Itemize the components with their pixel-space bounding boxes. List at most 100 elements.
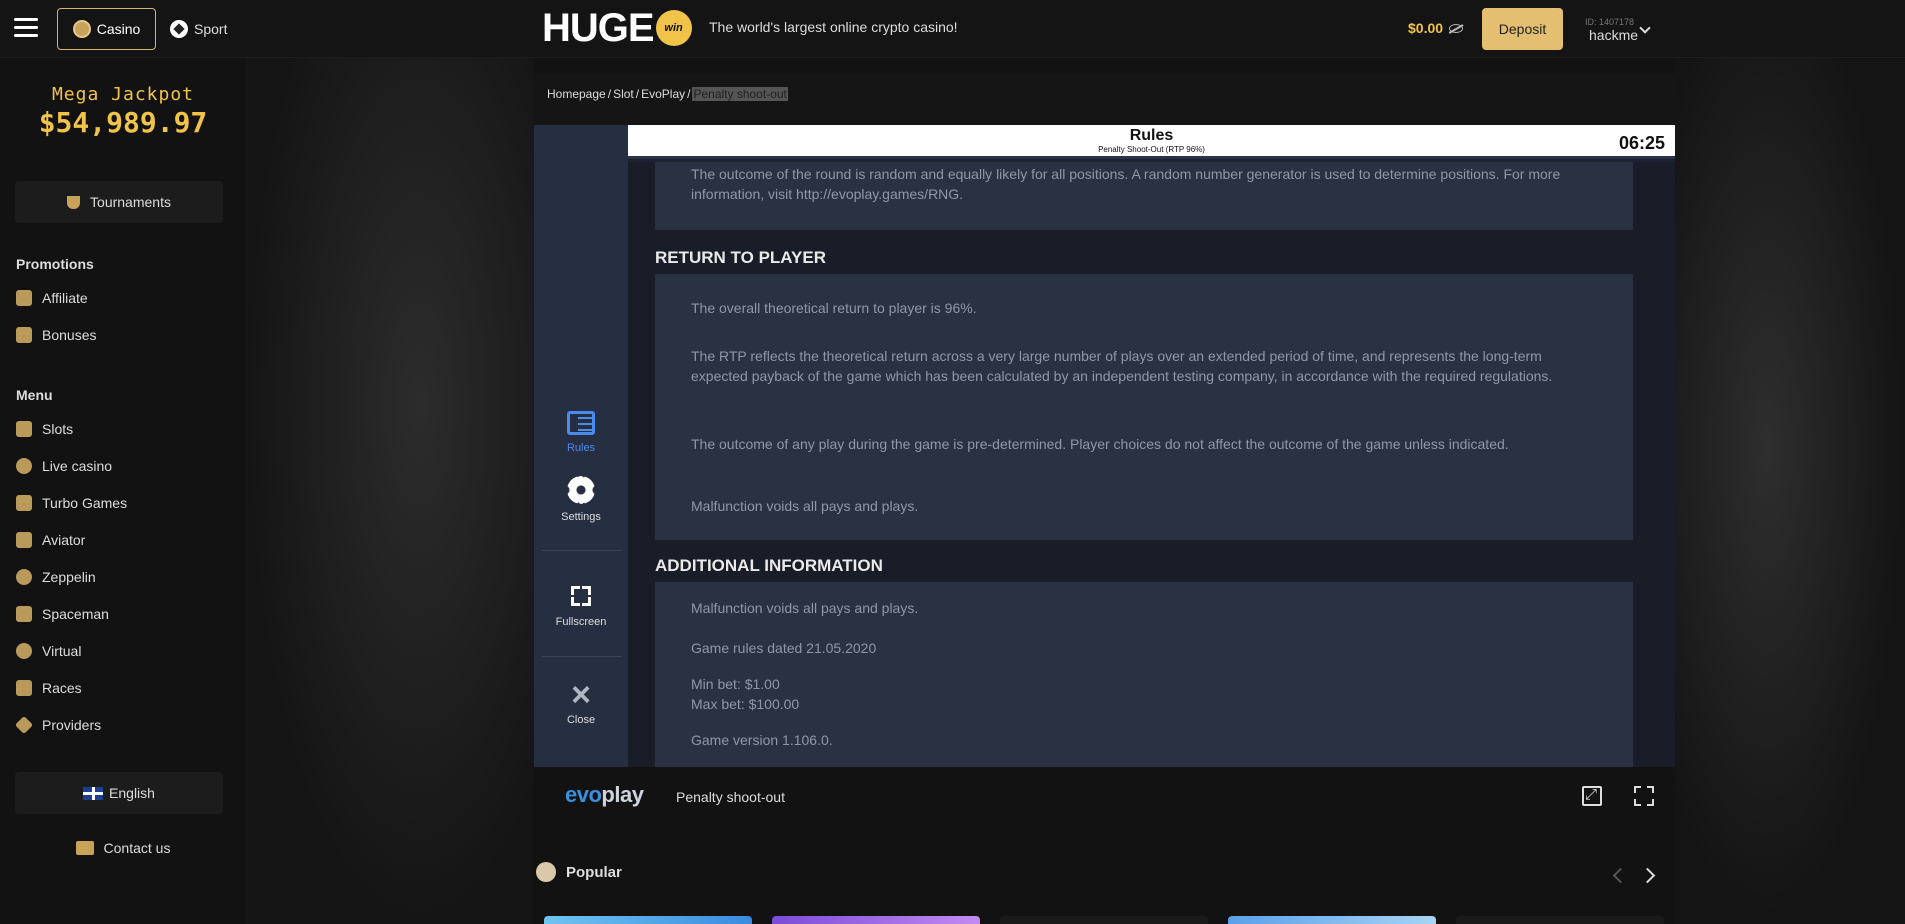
- game-thumbnail[interactable]: [1228, 916, 1436, 924]
- sidebar-item-slots[interactable]: Slots: [16, 417, 73, 441]
- jackpot-amount: $54,989.97: [38, 106, 208, 139]
- fullscreen-button[interactable]: Fullscreen: [534, 583, 628, 628]
- sidebar-item-affiliate[interactable]: Affiliate: [16, 286, 88, 310]
- game-name: Penalty shoot-out: [676, 789, 785, 805]
- sidebar-item-aviator[interactable]: Aviator: [16, 528, 85, 552]
- deposit-button[interactable]: Deposit: [1482, 8, 1563, 50]
- rtp-paragraph: The outcome of any play during the game …: [691, 436, 1509, 452]
- logo-text: HUGE: [542, 5, 655, 50]
- sidebar-item-label: Spaceman: [42, 606, 109, 622]
- expand-icon[interactable]: [1582, 786, 1602, 806]
- sidebar-item-spaceman[interactable]: Spaceman: [16, 602, 109, 626]
- sidebar-item-label: Turbo Games: [42, 495, 128, 511]
- tab-casino[interactable]: Casino: [57, 8, 156, 50]
- game-thumbnail[interactable]: [544, 916, 752, 924]
- additional-paragraph: Game version 1.106.0.: [691, 732, 833, 748]
- balance-display[interactable]: $0.00: [1408, 20, 1464, 36]
- rules-button-label: Rules: [566, 442, 596, 454]
- sidebar-item-virtual[interactable]: Virtual: [16, 639, 81, 663]
- sidebar-item-label: Bonuses: [42, 327, 97, 343]
- contact-us-button[interactable]: Contact us: [0, 828, 246, 868]
- game-side-menu: Rules Settings Fullscreen × Close: [534, 125, 628, 767]
- tagline: The world's largest online crypto casino…: [709, 19, 958, 35]
- uk-flag-icon: [83, 786, 104, 800]
- rng-text: The outcome of the round is random and e…: [691, 166, 1561, 202]
- soccer-ball-icon: [170, 20, 188, 38]
- menu-title: Menu: [16, 387, 53, 403]
- rtp-box: The overall theoretical return to player…: [655, 274, 1633, 540]
- jackpot-title: Mega Jackpot: [51, 84, 195, 105]
- language-selector[interactable]: English: [15, 772, 223, 814]
- carousel-next-icon[interactable]: [1639, 867, 1656, 884]
- timer: 06:25: [1618, 133, 1665, 153]
- close-button[interactable]: × Close: [534, 676, 628, 726]
- sidebar-item-label: Zeppelin: [42, 569, 96, 585]
- additional-paragraph: Max bet: $100.00: [691, 696, 800, 712]
- settings-button[interactable]: Settings: [534, 476, 628, 523]
- rtp-paragraph: Malfunction voids all pays and plays.: [691, 498, 919, 514]
- breadcrumb-slot[interactable]: Slot: [613, 87, 634, 101]
- fullscreen-icon: [568, 583, 594, 609]
- breadcrumb-homepage[interactable]: Homepage: [547, 87, 606, 101]
- menu-icon[interactable]: [14, 18, 38, 38]
- sidebar: Mega Jackpot $54,989.97 Tournaments Prom…: [0, 58, 246, 924]
- list-icon: [567, 411, 595, 435]
- sidebar-item-label: Slots: [42, 421, 74, 437]
- rtp-heading: RETURN TO PLAYER: [655, 248, 826, 267]
- game-frame[interactable]: Rules Settings Fullscreen × Close Rules …: [534, 125, 1675, 767]
- carousel-prev-icon[interactable]: [1612, 867, 1629, 884]
- tab-sport-label: Sport: [194, 21, 228, 37]
- sidebar-item-label: Virtual: [42, 643, 82, 659]
- slot-icon: [16, 421, 32, 437]
- settings-button-label: Settings: [561, 511, 601, 523]
- close-icon: ×: [571, 676, 591, 714]
- provider-logo-part: play: [601, 782, 644, 807]
- gear-icon: [567, 476, 595, 504]
- horse-icon: [16, 680, 32, 696]
- game-thumbnail[interactable]: [772, 916, 980, 924]
- close-button-label: Close: [566, 714, 596, 726]
- promotions-title: Promotions: [16, 256, 94, 272]
- top-bar: Casino Sport HUGE win The world's larges…: [0, 0, 1905, 58]
- additional-box: Malfunction voids all pays and plays. Ga…: [655, 582, 1633, 767]
- rules-subtitle: Penalty Shoot-Out (RTP 96%): [1098, 145, 1205, 154]
- game-thumbnail[interactable]: [1456, 916, 1664, 924]
- ball-icon: [16, 643, 32, 659]
- contact-label: Contact us: [103, 840, 171, 856]
- provider-logo-part: evo: [565, 782, 602, 807]
- sidebar-item-turbo-games[interactable]: Turbo Games: [16, 491, 127, 515]
- mail-icon: [75, 841, 94, 855]
- sidebar-item-live-casino[interactable]: Live casino: [16, 454, 112, 478]
- background-art-left: [246, 58, 534, 924]
- game-thumbnail[interactable]: [1000, 916, 1208, 924]
- sidebar-item-bonuses[interactable]: Bonuses: [16, 323, 96, 347]
- user-id: ID: 1407178: [1585, 17, 1635, 27]
- plane-icon: [16, 532, 32, 548]
- provider-logo: evoplay: [565, 782, 644, 808]
- eye-off-icon[interactable]: [1449, 23, 1464, 33]
- balance-amount: $0.00: [1408, 20, 1444, 36]
- fullscreen-toggle-icon[interactable]: [1634, 786, 1654, 806]
- sidebar-item-providers[interactable]: Providers: [14, 713, 101, 737]
- additional-heading: ADDITIONAL INFORMATION: [655, 556, 883, 575]
- rng-box: The outcome of the round is random and e…: [655, 162, 1633, 230]
- tournaments-button[interactable]: Tournaments: [15, 181, 223, 223]
- sidebar-item-races[interactable]: Races: [16, 676, 82, 700]
- diamond-icon: [14, 715, 34, 735]
- breadcrumb-current: Penalty shoot-out: [692, 87, 788, 101]
- rules-title: Rules: [1129, 127, 1174, 144]
- sidebar-item-zeppelin[interactable]: Zeppelin: [16, 565, 96, 589]
- tab-sport[interactable]: Sport: [170, 8, 227, 50]
- username[interactable]: hackme: [1589, 27, 1638, 43]
- breadcrumb-provider[interactable]: EvoPlay: [641, 87, 685, 101]
- site-logo[interactable]: HUGE win: [542, 5, 692, 50]
- chip-icon: [16, 458, 32, 474]
- additional-paragraph: Game rules dated 21.05.2020: [691, 640, 877, 656]
- chevron-down-icon[interactable]: [1639, 22, 1651, 34]
- sidebar-item-label: Affiliate: [42, 290, 88, 306]
- rules-button[interactable]: Rules: [534, 411, 628, 454]
- sidebar-item-label: Live casino: [42, 458, 113, 474]
- rules-content[interactable]: The outcome of the round is random and e…: [628, 162, 1675, 767]
- spaceman-icon: [16, 606, 32, 622]
- casino-chip-icon: [72, 20, 91, 38]
